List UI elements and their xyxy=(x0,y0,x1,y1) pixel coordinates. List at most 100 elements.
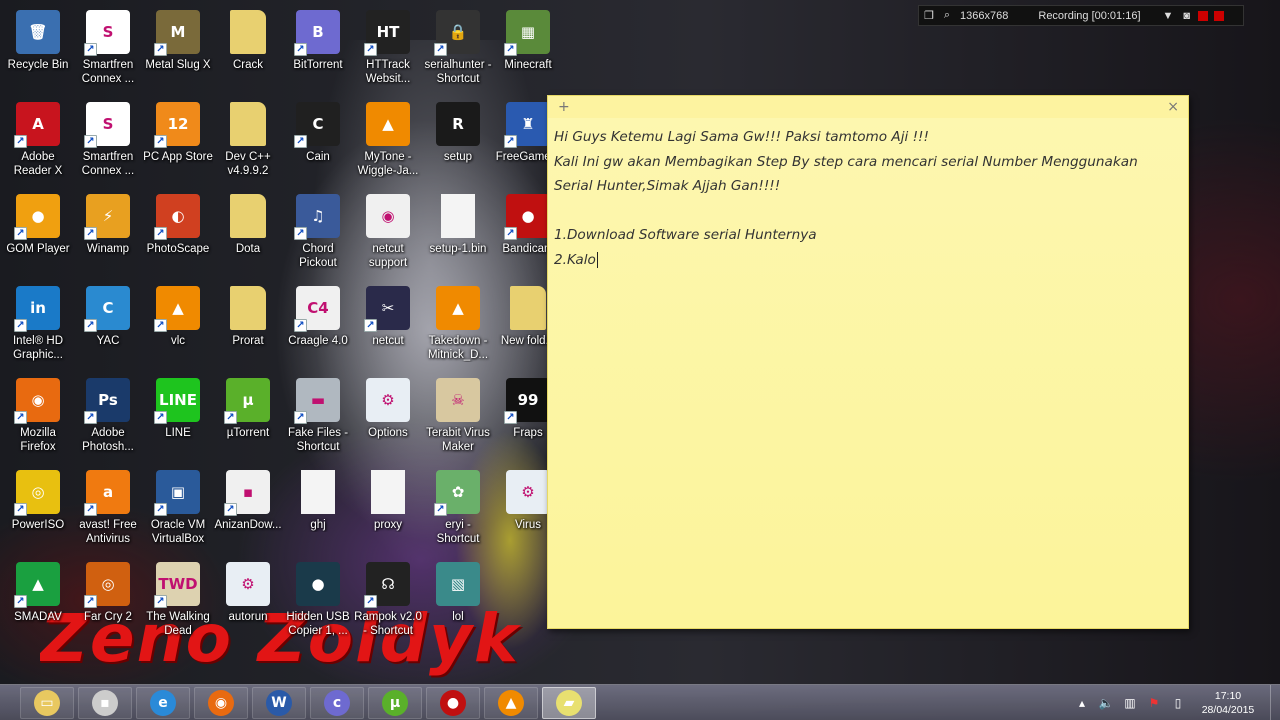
chevron-up-icon[interactable]: ▴ xyxy=(1074,695,1090,711)
desktop-icon[interactable]: HT ↗ HTTrack Websit... xyxy=(353,4,423,90)
desktop-icon[interactable]: ◐ ↗ PhotoScape xyxy=(143,188,213,274)
sticky-note-titlebar[interactable]: + × xyxy=(548,96,1188,118)
desktop-icon-label: PhotoScape xyxy=(146,243,210,255)
desktop-icon[interactable]: ⚙ Options xyxy=(353,372,423,458)
taskbar-button-bittorrent[interactable]: c xyxy=(310,687,364,719)
add-note-button[interactable]: + xyxy=(558,99,570,115)
taskbar-button-vlc[interactable]: ▲ xyxy=(484,687,538,719)
search-icon[interactable]: ⌕ xyxy=(939,6,955,25)
desktop-icon-label: proxy xyxy=(373,519,403,531)
sticky-note-text[interactable]: Hi Guys Ketemu Lagi Sama Gw!!! Paksi tam… xyxy=(548,118,1188,280)
desktop-icon[interactable]: Prorat xyxy=(213,280,283,366)
desktop-icon[interactable]: ◉ ↗ Mozilla Firefox xyxy=(3,372,73,458)
desktop-icon[interactable]: µ ↗ µTorrent xyxy=(213,372,283,458)
shortcut-arrow-icon: ↗ xyxy=(84,503,97,516)
desktop-icon[interactable]: in ↗ Intel® HD Graphic... xyxy=(3,280,73,366)
desktop-icon[interactable]: ▲ ↗ SMADAV xyxy=(3,556,73,642)
gom-player-icon: ● ↗ xyxy=(14,194,60,240)
taskbar-button-word[interactable]: W xyxy=(252,687,306,719)
desktop-icon[interactable]: ⚙ autorun xyxy=(213,556,283,642)
desktop-icon[interactable]: C ↗ Cain xyxy=(283,96,353,182)
taskbar-button-tool-app[interactable]: ▪ xyxy=(78,687,132,719)
desktop-icon[interactable]: S ↗ Smartfren Connex ... xyxy=(73,4,143,90)
vlc-icon: ▲ xyxy=(436,286,480,330)
speaker-icon[interactable]: 🔈 xyxy=(1098,695,1114,711)
shortcut-arrow-icon: ↗ xyxy=(504,411,517,424)
desktop-icon[interactable]: 🗑 Recycle Bin xyxy=(3,4,73,90)
photoshop-icon: Ps ↗ xyxy=(84,378,130,424)
desktop-icon[interactable]: ♫ ↗ Chord Pickout xyxy=(283,188,353,274)
shortcut-arrow-icon: ↗ xyxy=(84,319,97,332)
shortcut-arrow-icon: ↗ xyxy=(364,595,377,608)
flag-icon[interactable]: ⚑ xyxy=(1146,695,1162,711)
taskbar-button-bandicam[interactable]: ● xyxy=(426,687,480,719)
chord-pickout-icon: ♫ ↗ xyxy=(294,194,340,240)
chevron-down-icon[interactable]: ▼ xyxy=(1158,6,1179,25)
clock[interactable]: 17:10 28/04/2015 xyxy=(1190,689,1266,717)
power-icon[interactable]: ▯ xyxy=(1170,695,1186,711)
desktop-icon[interactable]: C ↗ YAC xyxy=(73,280,143,366)
desktop-icon[interactable]: Rsetup xyxy=(423,96,493,182)
options-icon: ⚙ xyxy=(366,378,410,422)
desktop-icon-label: Rampok v2.0 - Shortcut xyxy=(354,611,422,637)
desktop-icon[interactable]: ▬ ↗ Fake Files - Shortcut xyxy=(283,372,353,458)
desktop-icon[interactable]: Crack xyxy=(213,4,283,90)
desktop-icon[interactable]: ◎ ↗ PowerISO xyxy=(3,464,73,550)
skull-icon: ☠ xyxy=(436,378,480,422)
desktop-icon[interactable]: a ↗ avast! Free Antivirus xyxy=(73,464,143,550)
desktop-icon-label: Adobe Reader X xyxy=(13,151,63,177)
desktop-icon[interactable]: ✿ ↗ eryi - Shortcut xyxy=(423,464,493,550)
desktop-icon[interactable]: Ps ↗ Adobe Photosh... xyxy=(73,372,143,458)
pause-button[interactable] xyxy=(1198,10,1209,21)
desktop-icon[interactable]: 🔒 ↗ serialhunter - Shortcut xyxy=(423,4,493,90)
desktop-icon[interactable]: ✂ ↗ netcut xyxy=(353,280,423,366)
desktop-icon[interactable]: ● ↗ GOM Player xyxy=(3,188,73,274)
utorrent-icon: µ xyxy=(382,690,408,716)
desktop-icon[interactable]: ◎ ↗ Far Cry 2 xyxy=(73,556,143,642)
desktop-icon[interactable]: setup-1.bin xyxy=(423,188,493,274)
taskbar-button-sticky-notes[interactable]: ▰ xyxy=(542,687,596,719)
desktop-icon[interactable]: Dota xyxy=(213,188,283,274)
camera-icon[interactable]: ◙ xyxy=(1178,6,1195,25)
desktop-icon[interactable]: LINE ↗ LINE xyxy=(143,372,213,458)
desktop-icon[interactable]: ⚡ ↗ Winamp xyxy=(73,188,143,274)
desktop-icon[interactable]: ▣ ↗ Oracle VM VirtualBox xyxy=(143,464,213,550)
taskbar-button-file-explorer[interactable]: ▭ xyxy=(20,687,74,719)
avast-icon: a ↗ xyxy=(84,470,130,516)
sticky-note[interactable]: + × Hi Guys Ketemu Lagi Sama Gw!!! Paksi… xyxy=(547,95,1189,629)
network-icon[interactable]: ▥ xyxy=(1122,695,1138,711)
line-icon: LINE ↗ xyxy=(154,378,200,424)
desktop-icon[interactable]: C4 ↗ Craagle 4.0 xyxy=(283,280,353,366)
folder-icon: ▭ xyxy=(34,690,60,716)
desktop-icon[interactable]: ▲ Takedown - Mitnick_D... xyxy=(423,280,493,366)
desktop-icon[interactable]: A ↗ Adobe Reader X xyxy=(3,96,73,182)
desktop-icon[interactable]: ▦ ↗ Minecraft xyxy=(493,4,563,90)
stop-button[interactable] xyxy=(1214,10,1225,21)
desktop-icon[interactable]: ◉ netcut support xyxy=(353,188,423,274)
show-desktop-button[interactable] xyxy=(1270,685,1280,720)
desktop-icon[interactable]: ghj xyxy=(283,464,353,550)
desktop-icon[interactable]: proxy xyxy=(353,464,423,550)
desktop-icon[interactable]: ☠ Terabit Virus Maker xyxy=(423,372,493,458)
cain-icon: C ↗ xyxy=(294,102,340,148)
desktop-icon[interactable]: ☊ ↗ Rampok v2.0 - Shortcut xyxy=(353,556,423,642)
desktop-icon[interactable]: ▧ lol xyxy=(423,556,493,642)
desktop-icon[interactable]: TWD ↗ The Walking Dead xyxy=(143,556,213,642)
desktop-icon[interactable]: 12 ↗ PC App Store xyxy=(143,96,213,182)
desktop-icon-label: µTorrent xyxy=(226,427,270,439)
desktop-icon[interactable]: ▲ ↗ vlc xyxy=(143,280,213,366)
desktop-icon[interactable]: ▪ ↗ AnizanDow... xyxy=(213,464,283,550)
desktop-icon[interactable]: S ↗ Smartfren Connex ... xyxy=(73,96,143,182)
desktop-icon[interactable]: B ↗ BitTorrent xyxy=(283,4,353,90)
desktop-icon[interactable]: M ↗ Metal Slug X xyxy=(143,4,213,90)
window-icon[interactable]: ❐ xyxy=(919,6,939,25)
taskbar-button-firefox[interactable]: ◉ xyxy=(194,687,248,719)
resolution-label[interactable]: 1366x768 xyxy=(955,6,1013,25)
desktop-icon-label: Prorat xyxy=(232,335,264,347)
desktop-icon[interactable]: ▲ MyTone -Wiggle-Ja... xyxy=(353,96,423,182)
desktop-icon[interactable]: Dev C++ v4.9.9.2 xyxy=(213,96,283,182)
taskbar-button-internet-explorer[interactable]: e xyxy=(136,687,190,719)
desktop-icon[interactable]: ● Hidden USB Copier 1, ... xyxy=(283,556,353,642)
taskbar-button-utorrent[interactable]: µ xyxy=(368,687,422,719)
close-note-button[interactable]: × xyxy=(1167,99,1179,115)
